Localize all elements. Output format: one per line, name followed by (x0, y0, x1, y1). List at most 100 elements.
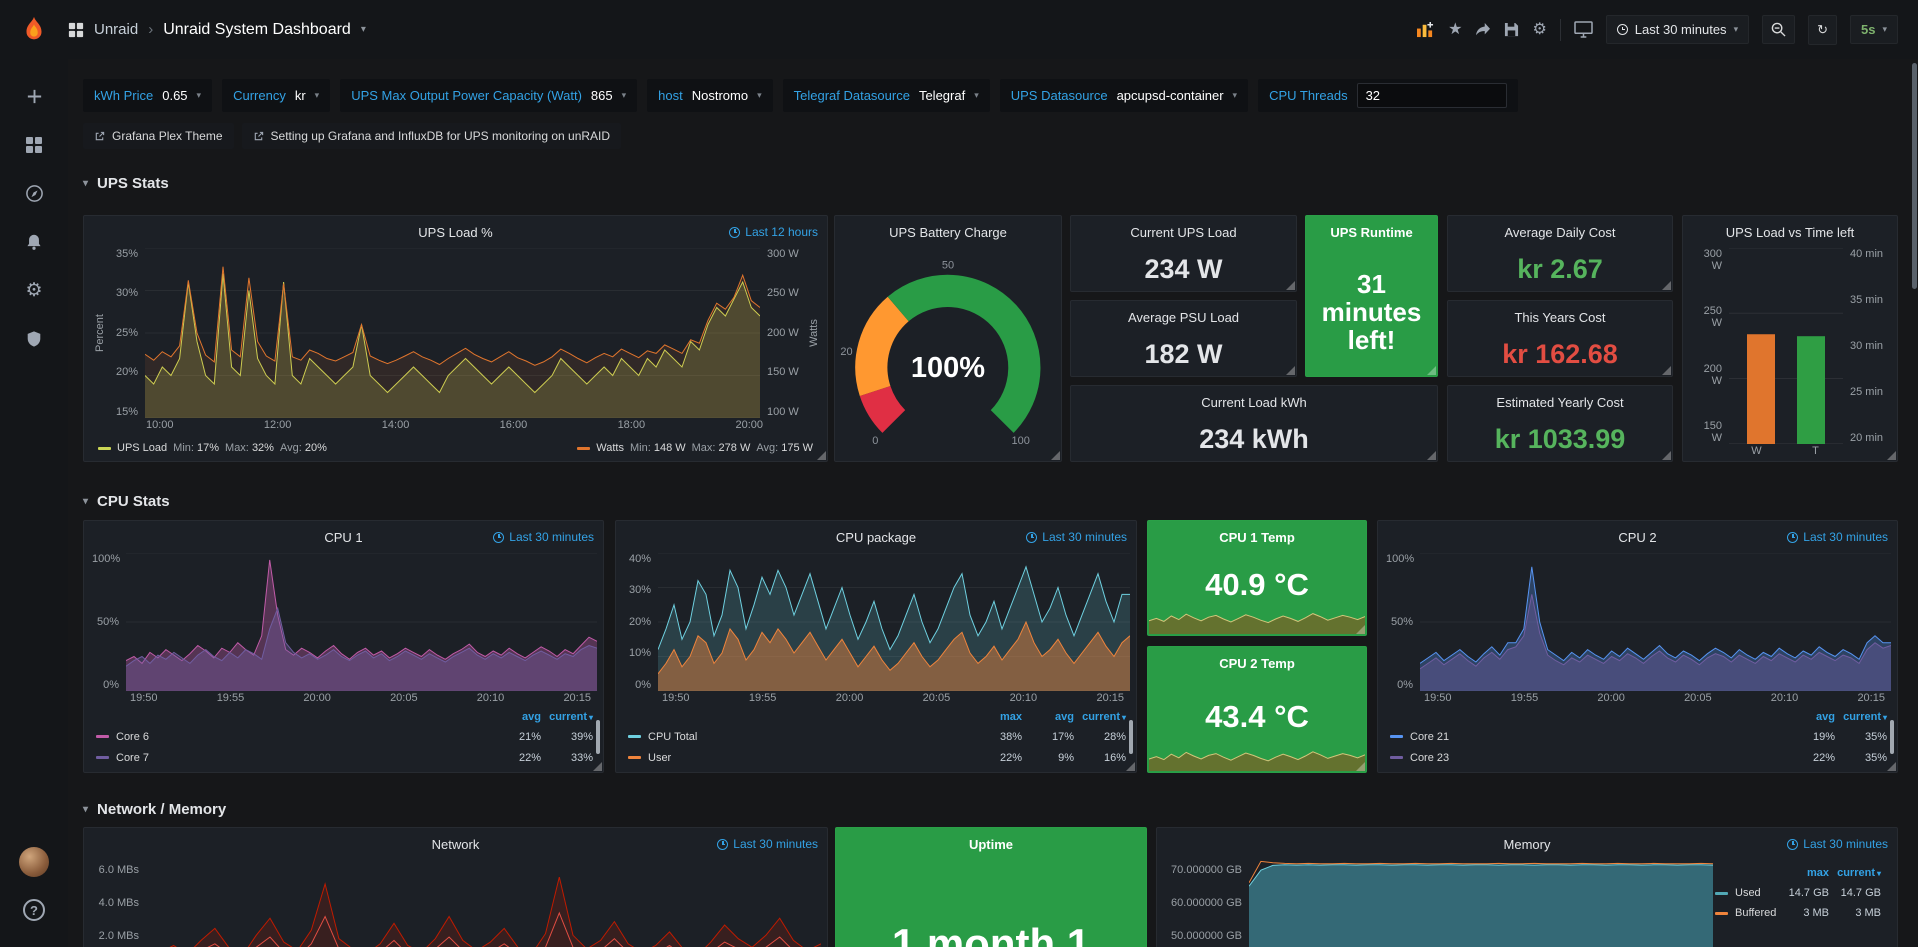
legend-series-name[interactable]: Core 21 (1410, 731, 1449, 743)
cpu1-chart[interactable] (126, 553, 597, 691)
legend-column-current[interactable]: current▾ (1074, 711, 1126, 723)
panel-time-range-tag[interactable]: Last 30 minutes (1026, 530, 1127, 544)
panel-title[interactable]: Average Daily Cost (1504, 225, 1615, 240)
variable-cpu-threads[interactable]: CPU Threads32 (1258, 79, 1518, 112)
panel-title[interactable]: Memory (1504, 837, 1551, 852)
legend-column-current[interactable]: current▾ (541, 711, 593, 723)
panel-title[interactable]: CPU 2 Temp (1219, 656, 1295, 671)
panel-title[interactable]: Current UPS Load (1130, 225, 1236, 240)
legend-series-name[interactable]: Core 23 (1410, 752, 1449, 764)
variable-input[interactable]: 32 (1357, 83, 1507, 108)
legend-series-name[interactable]: CPU Total (648, 731, 697, 743)
legend-column-max[interactable]: max (970, 711, 1022, 723)
ups-load-chart[interactable] (145, 248, 760, 418)
panel-title[interactable]: Average PSU Load (1128, 310, 1239, 325)
row-header-network-memory[interactable]: ▾Network / Memory (83, 801, 226, 818)
panel-time-range-tag[interactable]: Last 30 minutes (493, 530, 594, 544)
cpu2-chart[interactable] (1420, 553, 1891, 691)
variable-host[interactable]: hostNostromo▾ (647, 79, 772, 112)
tv-mode-icon[interactable] (1574, 21, 1593, 38)
legend-series-name[interactable]: Core 6 (116, 731, 149, 743)
variable-currency[interactable]: Currencykr▾ (222, 79, 330, 112)
page-scrollbar[interactable] (1912, 63, 1917, 289)
panel-resize-handle[interactable] (593, 762, 602, 771)
panel-resize-handle[interactable] (1427, 366, 1436, 375)
panel-title[interactable]: CPU 1 (324, 530, 362, 545)
panel-resize-handle[interactable] (1356, 625, 1365, 634)
zoom-out-icon[interactable] (1762, 15, 1795, 44)
refresh-interval-picker[interactable]: 5s▾ (1850, 15, 1898, 44)
panel-title[interactable]: UPS Runtime (1330, 225, 1412, 240)
panel-time-range-tag[interactable]: Last 30 minutes (717, 837, 818, 851)
legend-series-name[interactable]: User (648, 752, 671, 764)
panel-resize-handle[interactable] (1662, 451, 1671, 460)
panel-resize-handle[interactable] (1051, 451, 1060, 460)
dashboard-grid-icon[interactable] (68, 22, 84, 38)
time-range-picker[interactable]: Last 30 minutes▾ (1606, 15, 1749, 44)
row-header-cpu-stats[interactable]: ▾CPU Stats (83, 493, 170, 510)
cpu-package-chart[interactable] (658, 553, 1130, 691)
network-chart[interactable] (146, 860, 821, 947)
share-icon[interactable] (1475, 23, 1491, 37)
create-plus-icon[interactable] (25, 87, 44, 106)
legend-column-avg[interactable]: avg (1783, 711, 1835, 723)
legend-column-avg[interactable]: avg (1022, 711, 1074, 723)
server-admin-shield-icon[interactable] (25, 330, 43, 348)
panel-title[interactable]: CPU package (836, 530, 916, 545)
breadcrumb-folder[interactable]: Unraid (94, 21, 138, 38)
panel-resize-handle[interactable] (1662, 281, 1671, 290)
user-avatar[interactable] (19, 847, 49, 877)
panel-resize-handle[interactable] (1662, 366, 1671, 375)
row-header-ups-stats[interactable]: ▾UPS Stats (83, 175, 169, 192)
panel-time-range-tag[interactable]: Last 30 minutes (1787, 837, 1888, 851)
panel-resize-handle[interactable] (817, 451, 826, 460)
star-icon[interactable]: ★ (1448, 22, 1462, 38)
breadcrumb-dashboard-title[interactable]: Unraid System Dashboard (163, 21, 351, 39)
configuration-gear-icon[interactable]: ⚙ (25, 281, 42, 300)
variable-ups-datasource[interactable]: UPS Datasourceapcupsd-container▾ (1000, 79, 1248, 112)
legend-column-current[interactable]: current▾ (1835, 711, 1887, 723)
legend-column-current[interactable]: current▾ (1829, 867, 1881, 879)
grafana-logo[interactable] (0, 15, 68, 45)
panel-resize-handle[interactable] (1286, 281, 1295, 290)
legend-scrollbar[interactable] (1129, 720, 1133, 754)
panel-resize-handle[interactable] (1286, 366, 1295, 375)
legend-series-name[interactable]: Watts (596, 442, 624, 454)
panel-resize-handle[interactable] (1887, 451, 1896, 460)
battery-gauge[interactable]: 100% 02050100 (835, 248, 1061, 461)
legend-scrollbar[interactable] (1890, 720, 1894, 754)
memory-chart[interactable] (1249, 860, 1713, 947)
legend-series-name[interactable]: UPS Load (117, 442, 167, 454)
legend-series-name[interactable]: Buffered (1735, 907, 1776, 919)
panel-resize-handle[interactable] (1427, 451, 1436, 460)
dashboard-settings-gear-icon[interactable]: ⚙ (1532, 22, 1546, 38)
alerting-bell-icon[interactable] (25, 233, 43, 251)
panel-resize-handle[interactable] (1887, 762, 1896, 771)
panel-resize-handle[interactable] (1126, 762, 1135, 771)
panel-title[interactable]: CPU 1 Temp (1219, 530, 1295, 545)
legend-column-avg[interactable]: avg (489, 711, 541, 723)
chevron-down-icon[interactable]: ▾ (361, 24, 366, 35)
panel-time-range-tag[interactable]: Last 30 minutes (1787, 530, 1888, 544)
dashboards-icon[interactable] (25, 136, 43, 154)
help-icon[interactable]: ? (23, 899, 45, 921)
panel-title[interactable]: UPS Load vs Time left (1726, 225, 1855, 240)
panel-resize-handle[interactable] (1356, 762, 1365, 771)
panel-title[interactable]: Uptime (969, 837, 1013, 852)
panel-title[interactable]: Network (432, 837, 480, 852)
panel-title[interactable]: UPS Load % (418, 225, 492, 240)
panel-time-range-tag[interactable]: Last 12 hours (729, 225, 818, 239)
ups-vs-time-chart[interactable] (1729, 248, 1843, 444)
legend-scrollbar[interactable] (596, 720, 600, 754)
legend-series-name[interactable]: Core 7 (116, 752, 149, 764)
legend-column-max[interactable]: max (1777, 867, 1829, 879)
refresh-icon[interactable]: ↻ (1808, 15, 1837, 45)
variable-kwh-price[interactable]: kWh Price0.65▾ (83, 79, 212, 112)
panel-title[interactable]: CPU 2 (1618, 530, 1656, 545)
save-icon[interactable] (1504, 22, 1519, 37)
panel-title[interactable]: Current Load kWh (1201, 395, 1307, 410)
explore-compass-icon[interactable] (25, 184, 44, 203)
add-panel-icon[interactable] (1416, 21, 1435, 38)
legend-series-name[interactable]: Used (1735, 887, 1761, 899)
panel-title[interactable]: This Years Cost (1514, 310, 1605, 325)
